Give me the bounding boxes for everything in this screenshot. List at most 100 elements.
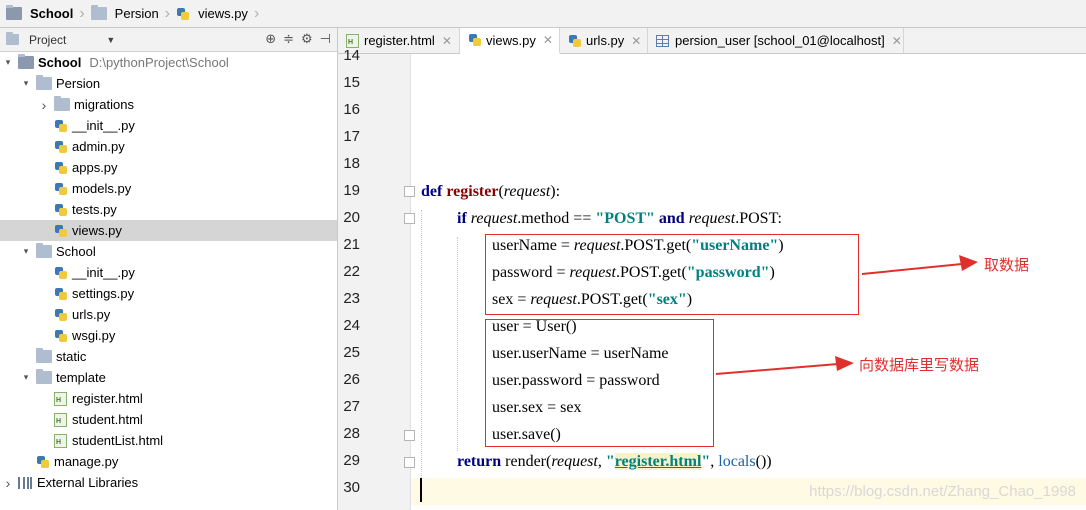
tree-item-label: apps.py (72, 160, 118, 175)
folder-icon (36, 243, 52, 258)
tree-item-label: manage.py (54, 454, 119, 469)
tab-persion-user-table[interactable]: persion_user [school_01@localhost] ✕ (648, 28, 904, 53)
line-number: 23 (343, 290, 360, 307)
chevron-down-icon[interactable]: ▾ (20, 78, 32, 89)
tab-label: urls.py (586, 33, 625, 48)
table-icon (656, 34, 669, 47)
tree-item-label: __init__.py (72, 118, 135, 133)
indent-guide (457, 237, 458, 451)
fold-marker-icon[interactable] (404, 457, 415, 468)
tree-item[interactable]: apps.py (0, 157, 118, 178)
tree-item-label: Persion (56, 76, 101, 91)
line-number: 29 (343, 452, 360, 469)
python-file-icon (54, 140, 68, 154)
chevron-down-icon[interactable]: ▾ (2, 57, 14, 68)
code-line-20: if request.method == "POST" and request.… (457, 210, 782, 227)
tree-item-label: admin.py (72, 139, 125, 154)
code-line-29: return render(request, "register.html", … (457, 453, 772, 470)
folder-icon (18, 54, 34, 69)
tree-item[interactable]: settings.py (0, 283, 134, 304)
project-panel-header: Project ▼ ⊕ ≑ ⚙ ⊣ (0, 28, 337, 52)
python-file-icon (54, 119, 68, 133)
tree-item[interactable]: Hstudent.html (0, 409, 143, 430)
fold-marker-icon[interactable] (404, 430, 415, 441)
tree-item[interactable]: __init__.py (0, 115, 135, 136)
tree-item-label: urls.py (72, 307, 111, 322)
tree-item[interactable]: static (0, 346, 86, 367)
python-file-icon (468, 33, 482, 47)
tree-item-label: template (56, 370, 106, 385)
tree-item[interactable]: ▾ Persion (0, 73, 100, 94)
python-file-icon (568, 34, 582, 48)
chevron-down-icon[interactable]: ▼ (106, 35, 115, 45)
tree-item[interactable]: ▾ template (0, 367, 106, 388)
python-file-icon (54, 161, 68, 175)
python-file-icon (54, 182, 68, 196)
close-icon[interactable]: ✕ (892, 34, 902, 48)
chevron-right-icon[interactable]: › (38, 97, 50, 113)
close-icon[interactable]: ✕ (631, 34, 641, 48)
python-file-icon (54, 329, 68, 343)
project-panel-title[interactable]: Project (29, 33, 66, 47)
line-number: 19 (343, 182, 360, 199)
tab-label: persion_user [school_01@localhost] (675, 33, 885, 48)
collapse-all-icon[interactable]: ≑ (283, 31, 294, 47)
gear-icon[interactable]: ⚙ (301, 31, 313, 47)
annotation-label-write-data: 向数据库里写数据 (859, 356, 980, 374)
tree-item[interactable]: admin.py (0, 136, 125, 157)
chevron-right-icon: › (253, 4, 260, 22)
line-number: 25 (343, 344, 360, 361)
tree-item-label: settings.py (72, 286, 135, 301)
breadcrumb-item-school[interactable]: School › (6, 0, 91, 28)
tree-item-label: __init__.py (72, 265, 135, 280)
close-icon[interactable]: ✕ (543, 33, 553, 47)
locate-file-icon[interactable]: ⊕ (265, 31, 276, 47)
folder-icon (90, 5, 107, 20)
line-number: 30 (343, 479, 360, 496)
tree-item-label: register.html (72, 391, 143, 406)
tree-item-label: student.html (72, 412, 143, 427)
annotation-arrow-get-data (861, 255, 978, 275)
tree-item[interactable]: views.py (0, 220, 337, 241)
html-file-icon: H (346, 33, 359, 48)
tree-item[interactable]: models.py (0, 178, 131, 199)
tree-item[interactable]: __init__.py (0, 262, 135, 283)
tree-item[interactable]: › External Libraries (0, 472, 139, 493)
chevron-down-icon[interactable]: ▾ (20, 246, 32, 257)
fold-marker-icon[interactable] (404, 213, 415, 224)
tree-item-label: models.py (72, 181, 132, 196)
tree-item[interactable]: Hregister.html (0, 388, 143, 409)
tree-item-label: tests.py (72, 202, 117, 217)
tree-item[interactable]: HstudentList.html (0, 430, 163, 451)
tree-item-label: School (38, 55, 82, 70)
tree-item[interactable]: tests.py (0, 199, 117, 220)
tree-item-label: External Libraries (37, 475, 139, 490)
breadcrumb-label: views.py (198, 6, 248, 21)
annotation-label-get-data: 取数据 (984, 256, 1030, 274)
chevron-down-icon[interactable]: ▾ (20, 372, 32, 383)
line-number: 14 (343, 47, 360, 64)
folder-icon (36, 369, 52, 384)
tree-item[interactable]: urls.py (0, 304, 110, 325)
line-number: 18 (343, 155, 360, 172)
annotation-box-get-data (485, 234, 859, 315)
close-icon[interactable]: ✕ (442, 34, 452, 48)
tab-views-py[interactable]: views.py ✕ (460, 28, 560, 54)
tree-item[interactable]: ▾ School (0, 241, 96, 262)
tree-item-label: migrations (74, 97, 134, 112)
tree-item[interactable]: manage.py (0, 451, 118, 472)
breadcrumb-label: Persion (114, 6, 159, 21)
breadcrumb-item-views[interactable]: views.py › (176, 0, 265, 28)
python-file-icon (54, 224, 68, 238)
hide-panel-icon[interactable]: ⊣ (320, 31, 331, 47)
tree-item[interactable]: wsgi.py (0, 325, 115, 346)
chevron-right-icon: › (164, 4, 171, 22)
editor-tab-bar: H register.html ✕ views.py ✕ urls.py ✕ p… (338, 28, 1086, 54)
code-line-19: def register(request): (421, 183, 561, 200)
chevron-right-icon[interactable]: › (2, 475, 14, 491)
tab-urls-py[interactable]: urls.py ✕ (560, 28, 648, 53)
fold-marker-icon[interactable] (404, 186, 415, 197)
breadcrumb-item-persion[interactable]: Persion › (90, 0, 176, 28)
tree-item[interactable]: ▾ School D:\pythonProject\School (0, 52, 229, 73)
tree-item[interactable]: › migrations (0, 94, 134, 115)
